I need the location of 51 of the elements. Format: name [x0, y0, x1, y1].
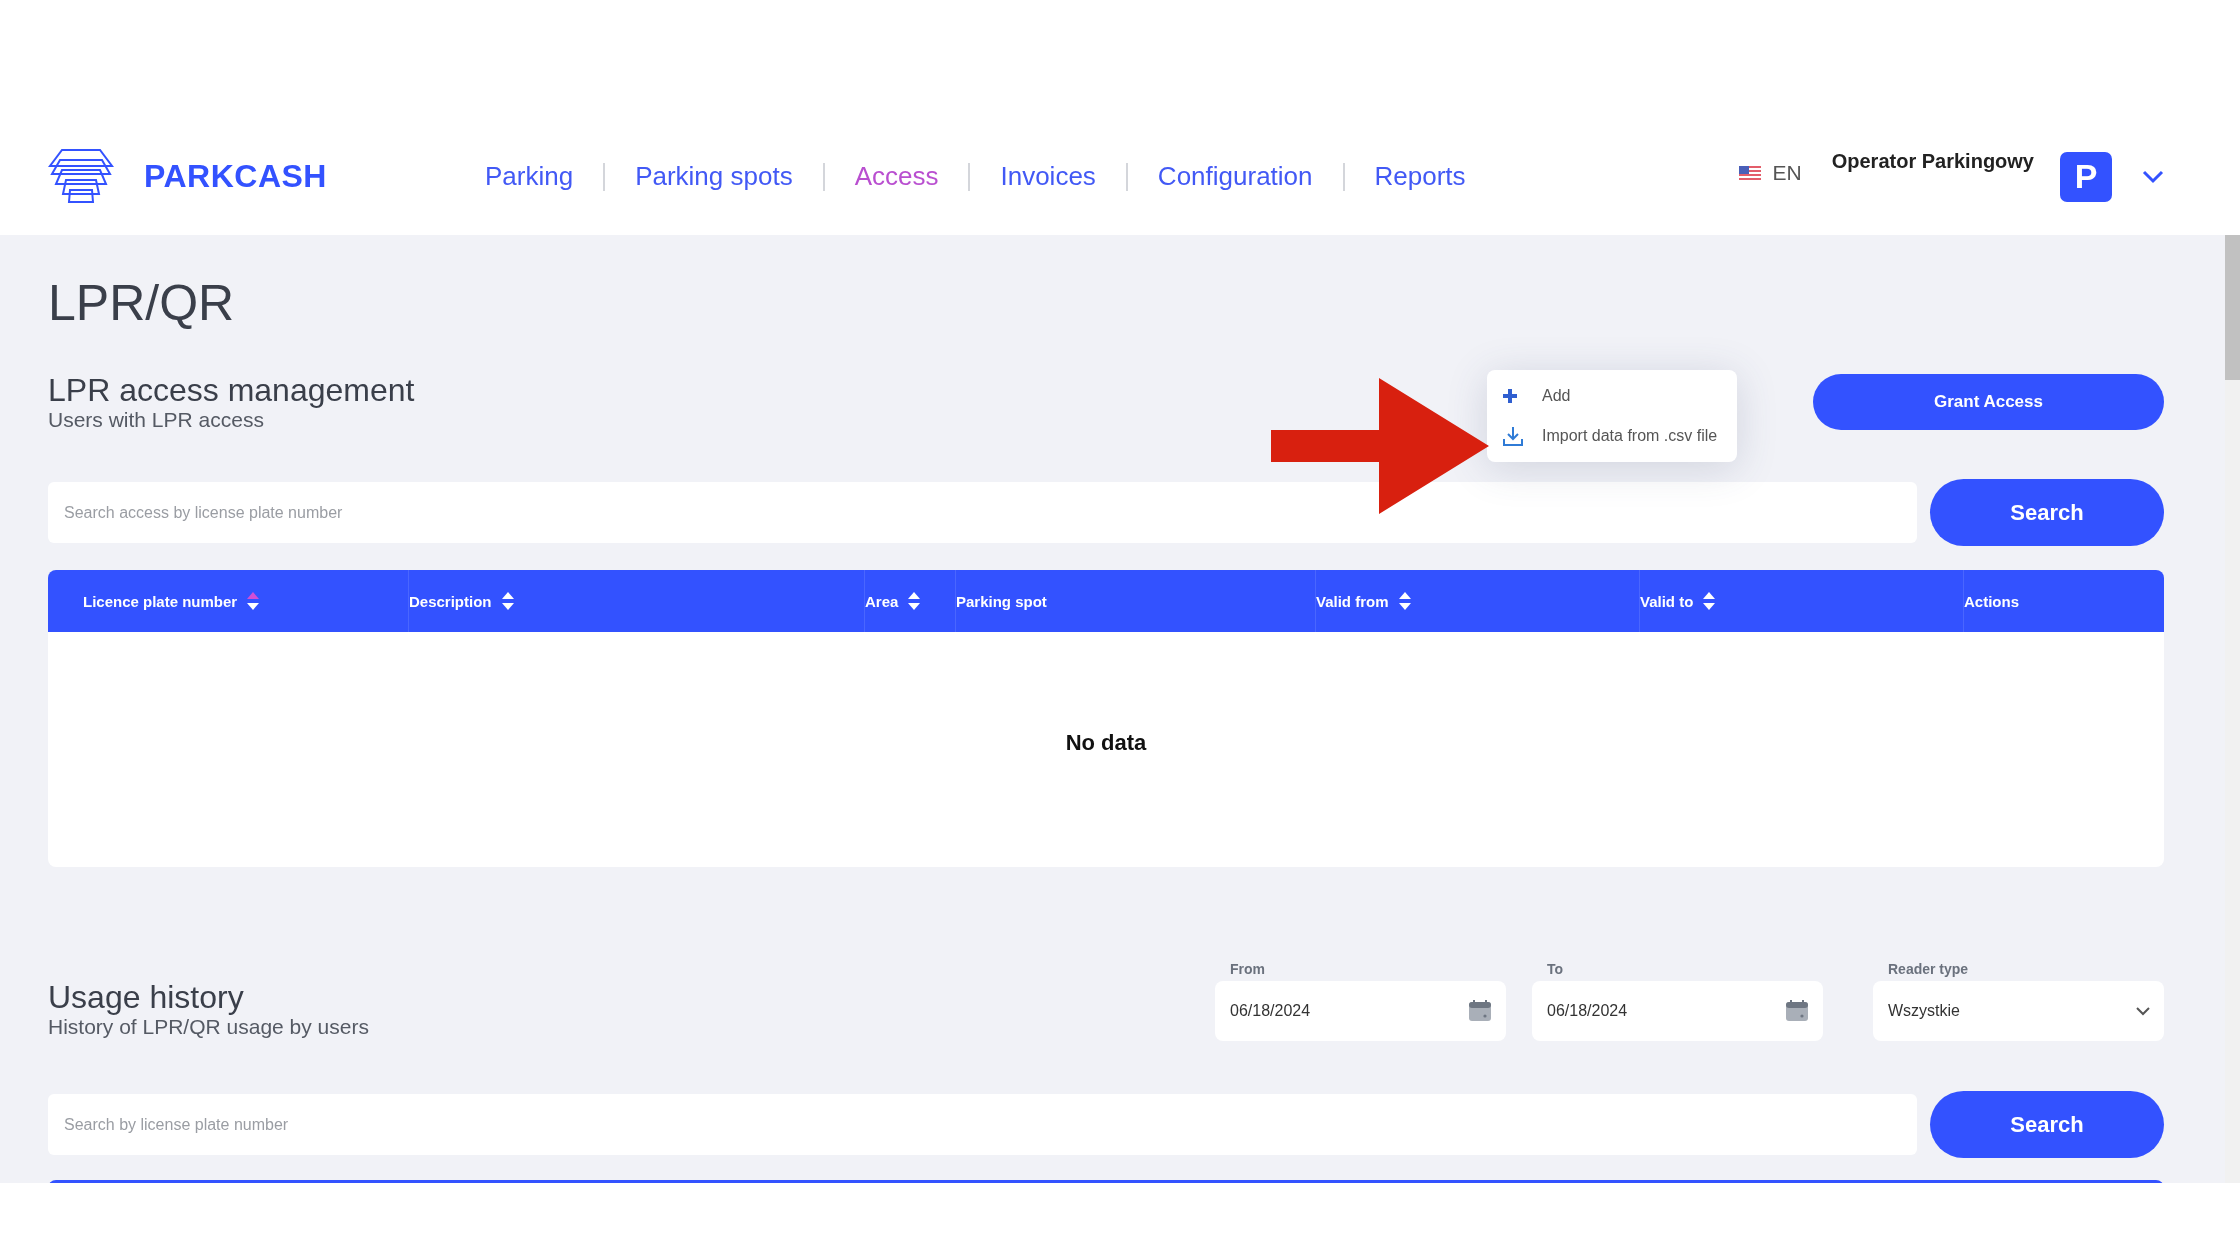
- sort-icon[interactable]: [501, 592, 514, 610]
- column-header[interactable]: Licence plate number: [83, 592, 238, 610]
- nav-link[interactable]: Parking: [484, 161, 574, 192]
- empty-message: No data: [1065, 729, 1147, 756]
- chevron-down-icon: [2136, 1006, 2150, 1016]
- search-button[interactable]: Search: [1930, 479, 2164, 546]
- field-value: 06/18/2024: [1547, 1002, 1628, 1020]
- brand-name[interactable]: PARKCASH: [144, 158, 327, 195]
- field-label: Reader type: [1888, 961, 1969, 977]
- column-header[interactable]: Valid to: [1640, 592, 1694, 610]
- nav-link[interactable]: Access: [854, 161, 939, 192]
- chevron-down-icon: [2142, 169, 2164, 184]
- field-label: From: [1230, 961, 1265, 977]
- calendar-icon: [1785, 1000, 1809, 1022]
- field-value: 06/18/2024: [1230, 1002, 1311, 1020]
- column-header[interactable]: Parking spot: [956, 592, 1047, 610]
- section-title: LPR access management: [48, 372, 415, 408]
- nav-link[interactable]: Configuration: [1157, 161, 1313, 192]
- user-name: Operator Parkingowy: [1831, 150, 2034, 173]
- flag-icon: [1738, 165, 1761, 180]
- scroll-bar[interactable]: [2225, 235, 2240, 1183]
- search-field[interactable]: Search access by license plate number: [48, 482, 1917, 543]
- grant-access-button[interactable]: Grant Access: [1813, 374, 2164, 430]
- nav-link[interactable]: Invoices: [1000, 161, 1096, 192]
- scroll-thumb[interactable]: [2225, 235, 2240, 380]
- field-value: Wszystkie: [1888, 1002, 1960, 1020]
- sort-icon[interactable]: [247, 592, 260, 610]
- plus-icon: [1502, 388, 1518, 404]
- search-button[interactable]: Search: [1930, 1091, 2164, 1158]
- menu-item[interactable]: Add: [1487, 376, 1737, 416]
- column-header[interactable]: Valid from: [1316, 592, 1389, 610]
- section-subtitle: History of LPR/QR usage by users: [48, 1015, 369, 1039]
- nav-link[interactable]: Reports: [1374, 161, 1466, 192]
- sort-icon[interactable]: [1703, 592, 1716, 610]
- nav-link[interactable]: Parking spots: [635, 161, 793, 192]
- page-title: LPR/QR: [48, 274, 236, 333]
- avatar[interactable]: P: [2060, 151, 2112, 202]
- logo-icon: [48, 147, 114, 204]
- column-header[interactable]: Actions: [1964, 592, 2019, 610]
- sort-icon[interactable]: [1398, 592, 1411, 610]
- section-subtitle: Users with LPR access: [48, 408, 265, 432]
- search-field[interactable]: Search by license plate number: [48, 1094, 1917, 1155]
- section-title: Usage history: [48, 979, 245, 1015]
- calendar-icon: [1468, 1000, 1492, 1022]
- sort-icon[interactable]: [908, 592, 921, 610]
- download-icon: [1502, 425, 1524, 447]
- field-label: To: [1547, 961, 1564, 977]
- column-header[interactable]: Description: [409, 592, 492, 610]
- menu-item[interactable]: Import data from .csv file: [1487, 416, 1737, 456]
- column-header[interactable]: Area: [865, 592, 899, 610]
- language-selector[interactable]: EN: [1738, 160, 1802, 185]
